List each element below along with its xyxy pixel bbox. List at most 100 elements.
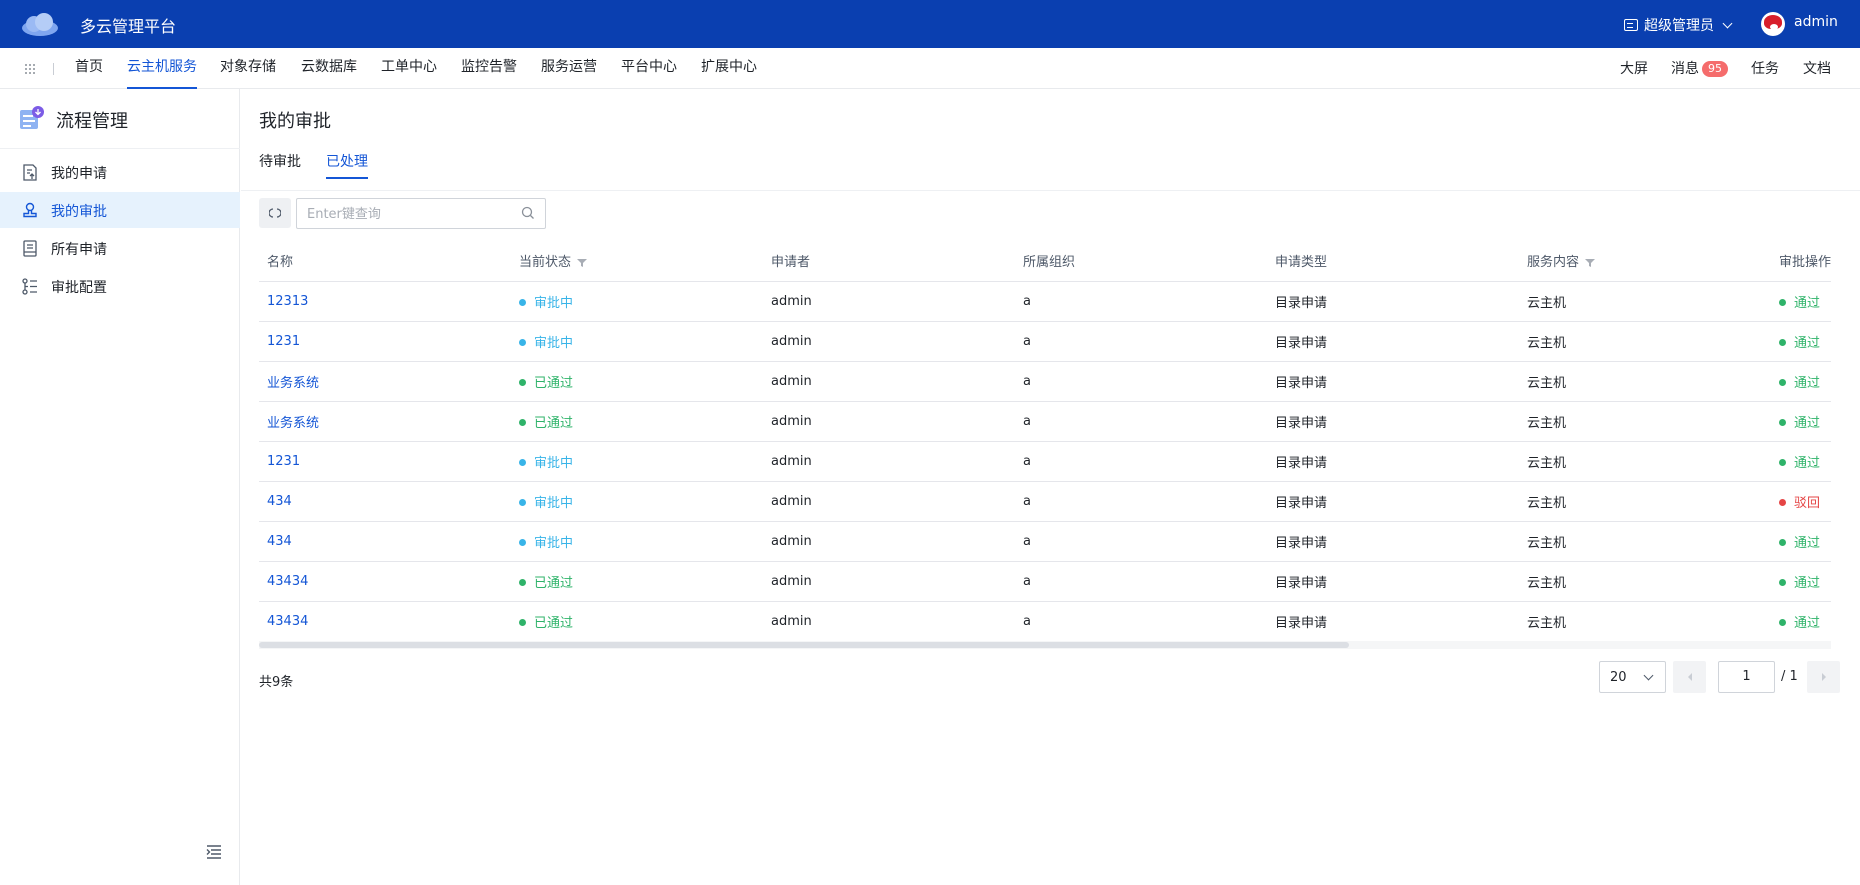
search-input[interactable] bbox=[307, 205, 507, 223]
column-header-applicant: 申请者 bbox=[763, 241, 1015, 282]
status-text: 审批中 bbox=[534, 455, 574, 471]
service-cell: 云主机 bbox=[1519, 401, 1771, 442]
table-row[interactable]: 12313 审批中 admin a 目录申请 云主机 通过 bbox=[259, 281, 1831, 322]
request-name-link[interactable]: 1231 bbox=[267, 454, 300, 469]
tab-pending[interactable]: 待审批 bbox=[259, 151, 301, 179]
docs-link[interactable]: 文档 bbox=[1803, 58, 1831, 78]
nav-item-cloud-db[interactable]: 云数据库 bbox=[301, 58, 357, 89]
column-header-name: 名称 bbox=[259, 241, 511, 282]
org-cell: a bbox=[1015, 561, 1267, 602]
refresh-button[interactable] bbox=[259, 198, 291, 228]
role-switcher[interactable]: 超级管理员 bbox=[1624, 15, 1733, 35]
column-header-org: 所属组织 bbox=[1015, 241, 1267, 282]
request-name-link[interactable]: 1231 bbox=[267, 334, 300, 349]
table-row[interactable]: 1231 审批中 admin a 目录申请 云主机 通过 bbox=[259, 441, 1831, 482]
nav-item-cloud-host[interactable]: 云主机服务 bbox=[127, 58, 197, 89]
app-grid-icon[interactable] bbox=[24, 63, 36, 75]
request-name-link[interactable]: 业务系统 bbox=[267, 376, 319, 391]
request-name-link[interactable]: 业务系统 bbox=[267, 416, 319, 431]
table-row[interactable]: 业务系统 已通过 admin a 目录申请 云主机 通过 bbox=[259, 361, 1831, 402]
nav-item-home[interactable]: 首页 bbox=[75, 58, 103, 89]
tasks-link[interactable]: 任务 bbox=[1751, 58, 1779, 78]
sidebar-item-all-requests[interactable]: 所有申请 bbox=[0, 230, 240, 266]
scrollbar-thumb[interactable] bbox=[259, 642, 1349, 648]
messages-link[interactable]: 消息 95 bbox=[1671, 58, 1728, 78]
table-row[interactable]: 业务系统 已通过 admin a 目录申请 云主机 通过 bbox=[259, 401, 1831, 442]
request-name-link[interactable]: 43434 bbox=[267, 614, 308, 629]
type-cell: 目录申请 bbox=[1267, 441, 1519, 482]
sidebar-item-my-requests[interactable]: 我的申请 bbox=[0, 154, 240, 190]
status-badge: 审批中 bbox=[519, 496, 573, 511]
table-row[interactable]: 43434 已通过 admin a 目录申请 云主机 通过 bbox=[259, 601, 1831, 642]
sidebar-item-approval-config[interactable]: 审批配置 bbox=[0, 268, 240, 304]
chevron-down-icon bbox=[1643, 670, 1654, 681]
big-screen-link[interactable]: 大屏 bbox=[1620, 58, 1648, 78]
avatar[interactable] bbox=[1761, 12, 1785, 36]
service-cell: 云主机 bbox=[1519, 361, 1771, 402]
approval-result-text: 通过 bbox=[1794, 375, 1821, 391]
nav-item-extensions[interactable]: 扩展中心 bbox=[701, 58, 757, 89]
service-cell: 云主机 bbox=[1519, 481, 1771, 522]
next-page-button[interactable] bbox=[1807, 661, 1840, 693]
status-dot bbox=[519, 418, 526, 426]
column-header-label: 当前状态 bbox=[519, 255, 572, 271]
cloud-logo-icon[interactable] bbox=[20, 12, 60, 37]
table-row[interactable]: 43434 已通过 admin a 目录申请 云主机 通过 bbox=[259, 561, 1831, 602]
filter-icon[interactable] bbox=[577, 258, 588, 268]
collapse-sidebar-icon[interactable] bbox=[206, 845, 222, 859]
service-cell: 云主机 bbox=[1519, 281, 1771, 322]
service-cell: 云主机 bbox=[1519, 601, 1771, 642]
status-dot bbox=[1779, 538, 1786, 546]
sidebar-item-my-approvals[interactable]: 我的审批 bbox=[0, 192, 240, 228]
column-header-service[interactable]: 服务内容 bbox=[1519, 241, 1771, 282]
message-count-badge: 95 bbox=[1702, 61, 1728, 77]
sidebar-title: 流程管理 bbox=[56, 111, 128, 132]
request-name-link[interactable]: 434 bbox=[267, 534, 292, 549]
nav-item-platform[interactable]: 平台中心 bbox=[621, 58, 677, 89]
approval-result-text: 通过 bbox=[1794, 335, 1821, 351]
status-text: 已通过 bbox=[534, 415, 574, 431]
column-header-status[interactable]: 当前状态 bbox=[511, 241, 763, 282]
tab-processed[interactable]: 已处理 bbox=[326, 151, 368, 179]
status-badge: 审批中 bbox=[519, 536, 573, 551]
approval-result-text: 通过 bbox=[1794, 295, 1821, 311]
status-text: 审批中 bbox=[534, 335, 574, 351]
request-name-link[interactable]: 43434 bbox=[267, 574, 308, 589]
nav-item-tickets[interactable]: 工单中心 bbox=[381, 58, 437, 89]
org-cell: a bbox=[1015, 601, 1267, 642]
list-settings-icon bbox=[22, 278, 37, 295]
filter-icon[interactable] bbox=[1585, 258, 1596, 268]
search-box bbox=[296, 198, 546, 229]
nav-item-operations[interactable]: 服务运营 bbox=[541, 58, 597, 89]
sidebar: 流程管理 我的申请 我的审批 所有申请 审批配置 bbox=[0, 89, 240, 885]
approval-result-text: 通过 bbox=[1794, 615, 1821, 631]
page-title: 我的审批 bbox=[259, 111, 331, 132]
status-dot bbox=[519, 618, 526, 626]
table-row[interactable]: 1231 审批中 admin a 目录申请 云主机 通过 bbox=[259, 321, 1831, 362]
page-number-input[interactable]: 1 bbox=[1718, 661, 1775, 693]
horizontal-scrollbar[interactable] bbox=[259, 641, 1831, 649]
status-text: 审批中 bbox=[534, 495, 574, 511]
status-badge: 审批中 bbox=[519, 296, 573, 311]
approval-result: 通过 bbox=[1779, 456, 1820, 471]
search-icon[interactable] bbox=[521, 206, 535, 220]
request-name-link[interactable]: 12313 bbox=[267, 294, 308, 309]
status-dot bbox=[1779, 578, 1786, 586]
request-name-link[interactable]: 434 bbox=[267, 494, 292, 509]
status-dot bbox=[519, 338, 526, 346]
column-header-action: 审批操作 bbox=[1771, 241, 1831, 282]
applicant-cell: admin bbox=[763, 441, 1015, 482]
nav-divider bbox=[53, 63, 54, 75]
table-row[interactable]: 434 审批中 admin a 目录申请 云主机 通过 bbox=[259, 521, 1831, 562]
approval-result: 通过 bbox=[1779, 616, 1820, 631]
prev-page-button[interactable] bbox=[1673, 661, 1706, 693]
username[interactable]: admin bbox=[1794, 14, 1838, 30]
nav-item-object-storage[interactable]: 对象存储 bbox=[220, 58, 276, 89]
sidebar-item-label: 所有申请 bbox=[51, 242, 107, 258]
main-nav: 首页 云主机服务 对象存储 云数据库 工单中心 监控告警 服务运营 平台中心 扩… bbox=[0, 48, 1860, 89]
nav-item-monitoring[interactable]: 监控告警 bbox=[461, 58, 517, 89]
approval-result-text: 通过 bbox=[1794, 415, 1821, 431]
page-size-select[interactable]: 20 bbox=[1599, 661, 1666, 693]
table-row[interactable]: 434 审批中 admin a 目录申请 云主机 驳回 bbox=[259, 481, 1831, 522]
applicant-cell: admin bbox=[763, 561, 1015, 602]
